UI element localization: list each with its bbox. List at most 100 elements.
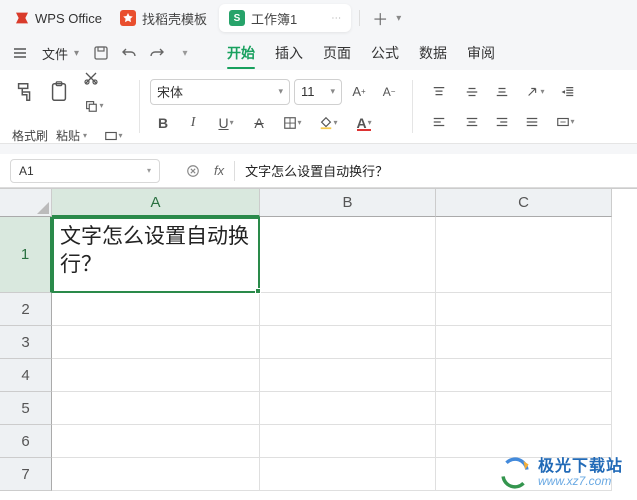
- app-name: WPS Office: [35, 11, 102, 26]
- add-tab-button[interactable]: ＋: [368, 6, 392, 30]
- bold-button[interactable]: B: [150, 111, 176, 135]
- decrease-font-icon[interactable]: A−: [376, 80, 402, 104]
- merge-cells-icon[interactable]: ▾: [549, 110, 581, 134]
- row-header-6[interactable]: 6: [0, 425, 52, 458]
- column-header-c[interactable]: C: [436, 189, 612, 217]
- ribbon-separator: [139, 80, 140, 133]
- cell-a1[interactable]: 文字怎么设置自动换行？: [52, 217, 260, 293]
- column-header-b[interactable]: B: [260, 189, 436, 217]
- tab-data[interactable]: 数据: [409, 37, 457, 69]
- tab-label: 工作簿1: [251, 9, 297, 28]
- formula-input[interactable]: [235, 159, 637, 183]
- align-middle-icon[interactable]: [459, 80, 485, 104]
- fill-handle[interactable]: [255, 288, 261, 294]
- tab-workbook-1[interactable]: S 工作簿1 ⋯: [219, 4, 351, 32]
- row-header-5[interactable]: 5: [0, 392, 52, 425]
- font-size-select[interactable]: 11 ▾: [294, 79, 342, 105]
- cell-a2[interactable]: [52, 293, 260, 326]
- row-header-2[interactable]: 2: [0, 293, 52, 326]
- undo-icon[interactable]: [115, 39, 143, 67]
- save-icon[interactable]: [87, 39, 115, 67]
- wps-logo-icon: [14, 10, 30, 26]
- cell-a4[interactable]: [52, 359, 260, 392]
- cell-b2[interactable]: [260, 293, 436, 326]
- paste-button[interactable]: [44, 79, 74, 105]
- app-brand: WPS Office: [8, 10, 108, 26]
- menu-bar: 文件 ▾ ▾ 开始 插入 页面 公式 数据 审阅: [0, 36, 637, 70]
- font-family-select[interactable]: 宋体 ▾: [150, 79, 290, 105]
- file-menu-label: 文件: [42, 44, 68, 63]
- redo-icon[interactable]: [143, 39, 171, 67]
- cell-c2[interactable]: [436, 293, 612, 326]
- row-header-3[interactable]: 3: [0, 326, 52, 359]
- shape-icon[interactable]: ▾: [97, 124, 129, 145]
- align-right-icon[interactable]: [489, 110, 515, 134]
- cell-b5[interactable]: [260, 392, 436, 425]
- name-box[interactable]: A1 ▾: [10, 159, 160, 183]
- font-size-value: 11: [301, 84, 315, 99]
- borders-button[interactable]: ▾: [276, 111, 308, 135]
- orientation-icon[interactable]: ▾: [519, 80, 551, 104]
- italic-button[interactable]: I: [180, 111, 206, 135]
- cell-a5[interactable]: [52, 392, 260, 425]
- spreadsheet-grid[interactable]: A B C 1 2 3 4 5 6 7 文字怎么设置自动换行？: [0, 188, 637, 500]
- align-center-icon[interactable]: [459, 110, 485, 134]
- chevron-down-icon: ▾: [279, 86, 284, 97]
- row-header-7[interactable]: 7: [0, 458, 52, 491]
- cell-b6[interactable]: [260, 425, 436, 458]
- cell-a7[interactable]: [52, 458, 260, 491]
- copy-icon[interactable]: ▾: [78, 94, 110, 118]
- fx-icon[interactable]: fx: [214, 163, 224, 178]
- tab-review[interactable]: 审阅: [457, 37, 505, 69]
- quick-access-caret-icon[interactable]: ▾: [171, 39, 199, 67]
- cell-b4[interactable]: [260, 359, 436, 392]
- font-color-button[interactable]: A▾: [348, 111, 380, 135]
- cell-a3[interactable]: [52, 326, 260, 359]
- align-justify-icon[interactable]: [519, 110, 545, 134]
- spreadsheet-tab-icon: S: [229, 10, 245, 26]
- template-tab-icon: [120, 10, 136, 26]
- format-painter-label: 格式刷: [12, 127, 48, 144]
- cancel-formula-icon[interactable]: [182, 160, 204, 182]
- cut-icon[interactable]: [78, 70, 104, 90]
- underline-button[interactable]: U▾: [210, 111, 242, 135]
- main-menu-icon[interactable]: [6, 39, 34, 67]
- title-bar: WPS Office 找稻壳模板 S 工作簿1 ⋯ ＋ ▾: [0, 0, 637, 36]
- cell-c7[interactable]: [436, 458, 612, 491]
- cell-c5[interactable]: [436, 392, 612, 425]
- column-header-a[interactable]: A: [52, 189, 260, 217]
- column-headers: A B C: [52, 189, 637, 217]
- cell-a6[interactable]: [52, 425, 260, 458]
- tab-start[interactable]: 开始: [217, 37, 265, 69]
- cell-b3[interactable]: [260, 326, 436, 359]
- cell-c1[interactable]: [436, 217, 612, 293]
- row-header-4[interactable]: 4: [0, 359, 52, 392]
- select-all-corner[interactable]: [0, 189, 52, 217]
- cell-c3[interactable]: [436, 326, 612, 359]
- tab-templates[interactable]: 找稻壳模板: [110, 4, 217, 32]
- cell-b7[interactable]: [260, 458, 436, 491]
- tab-menu-icon[interactable]: ⋯: [331, 13, 341, 24]
- row-header-1[interactable]: 1: [0, 217, 52, 293]
- ribbon: ▾ 格式刷 粘贴▾ ▾ 宋体 ▾ 11 ▾ A+ A−: [0, 70, 637, 144]
- indent-decrease-icon[interactable]: [555, 80, 581, 104]
- align-bottom-icon[interactable]: [489, 80, 515, 104]
- chevron-down-icon: ▾: [331, 86, 336, 97]
- strikethrough-button[interactable]: A: [246, 111, 272, 135]
- cell-c6[interactable]: [436, 425, 612, 458]
- cell-b1[interactable]: [260, 217, 436, 293]
- chevron-down-icon: ▾: [99, 101, 103, 110]
- fill-color-button[interactable]: ▾: [312, 111, 344, 135]
- increase-font-icon[interactable]: A+: [346, 80, 372, 104]
- file-menu[interactable]: 文件 ▾: [34, 40, 87, 67]
- tab-formula[interactable]: 公式: [361, 37, 409, 69]
- align-left-icon[interactable]: [423, 110, 455, 134]
- paste-label[interactable]: 粘贴▾: [56, 127, 87, 144]
- chevron-down-icon: ▾: [74, 48, 79, 59]
- tab-insert[interactable]: 插入: [265, 37, 313, 69]
- format-painter-button[interactable]: [10, 79, 40, 105]
- cell-c4[interactable]: [436, 359, 612, 392]
- align-top-icon[interactable]: [423, 80, 455, 104]
- tab-page[interactable]: 页面: [313, 37, 361, 69]
- tab-overflow-caret-icon[interactable]: ▾: [396, 13, 401, 24]
